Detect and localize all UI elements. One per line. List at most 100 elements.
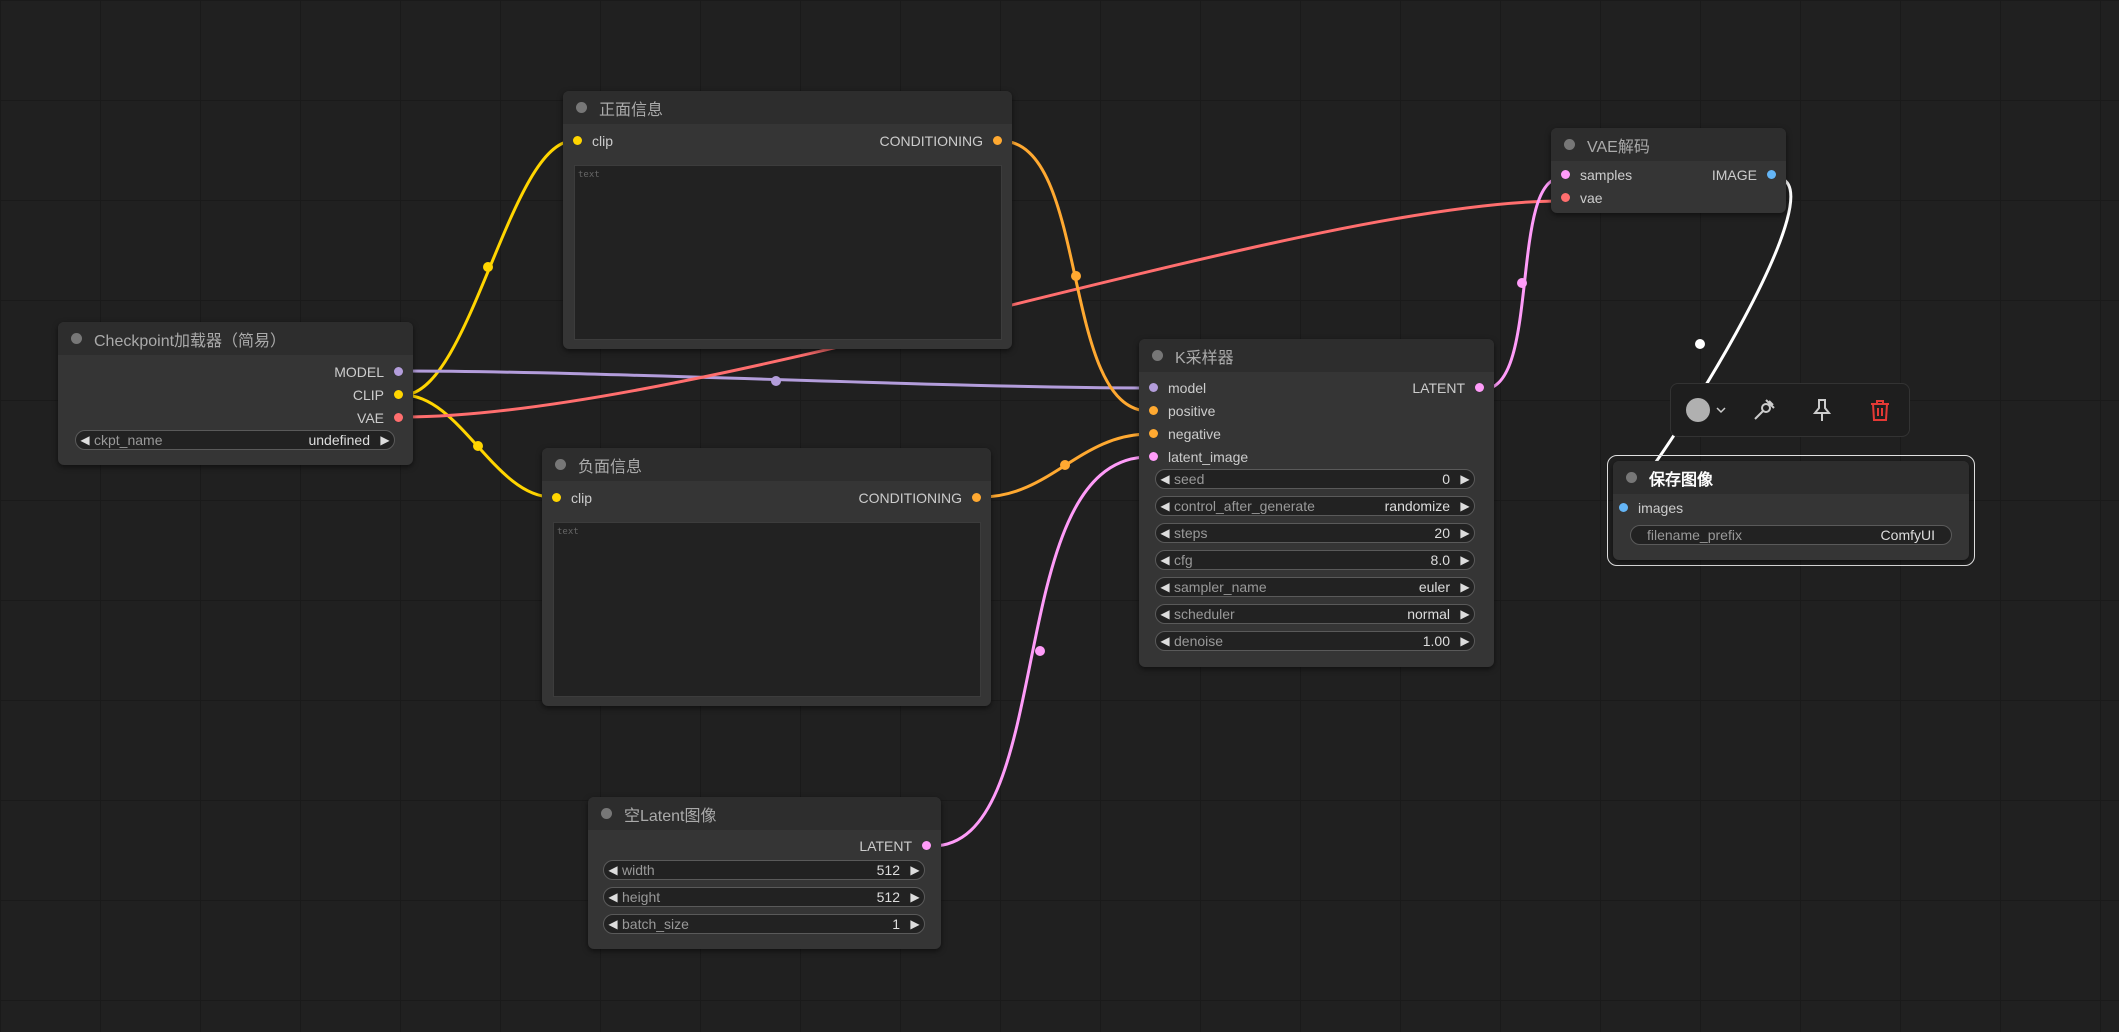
output-slot-conditioning[interactable]: CONDITIONING (880, 129, 1002, 152)
input-slot-clip[interactable]: clip (573, 129, 613, 152)
input-slot-vae[interactable]: vae (1561, 186, 1603, 209)
prompt-textarea[interactable]: text (553, 522, 981, 697)
slot-dot-icon[interactable] (394, 367, 403, 376)
node-checkpoint-loader[interactable]: Checkpoint加载器（简易） MODEL CLIP VAE ◀ ckpt_… (58, 322, 413, 465)
slot-dot-icon[interactable] (552, 493, 561, 502)
widget-cfg[interactable]: ◀ cfg 8.0 ▶ (1155, 550, 1475, 570)
collapse-dot-icon[interactable] (576, 102, 587, 113)
increment-arrow-icon[interactable]: ▶ (1456, 634, 1474, 648)
collapse-dot-icon[interactable] (1152, 350, 1163, 361)
slot-dot-icon[interactable] (1561, 193, 1570, 202)
node-save-image[interactable]: 保存图像 images filename_prefix ComfyUI (1613, 461, 1969, 560)
output-slot-model[interactable]: MODEL (334, 360, 403, 383)
input-slot-model[interactable]: model (1149, 376, 1206, 399)
node-vae-decode[interactable]: VAE解码 samples IMAGE vae (1551, 128, 1786, 213)
collapse-dot-icon[interactable] (71, 333, 82, 344)
pin-button[interactable] (1793, 390, 1851, 430)
link-midpoint[interactable] (1517, 278, 1527, 288)
collapse-dot-icon[interactable] (555, 459, 566, 470)
widget-seed[interactable]: ◀ seed 0 ▶ (1155, 469, 1475, 489)
link-midpoint[interactable] (1071, 271, 1081, 281)
link-midpoint[interactable] (1035, 646, 1045, 656)
increment-arrow-icon[interactable]: ▶ (906, 890, 924, 904)
link-midpoint[interactable] (473, 441, 483, 451)
collapse-dot-icon[interactable] (1564, 139, 1575, 150)
node-empty-latent-image[interactable]: 空Latent图像 LATENT ◀ width 512 ▶ ◀ height 512 ▶ … (588, 797, 941, 949)
output-slot-vae[interactable]: VAE (357, 406, 403, 429)
increment-arrow-icon[interactable]: ▶ (376, 433, 394, 447)
node-title-bar[interactable]: 保存图像 (1613, 461, 1969, 494)
input-slot-images[interactable]: images (1619, 496, 1683, 519)
decrement-arrow-icon[interactable]: ◀ (1156, 634, 1174, 648)
decrement-arrow-icon[interactable]: ◀ (604, 890, 622, 904)
output-slot-image[interactable]: IMAGE (1712, 163, 1776, 186)
input-slot-latent-image[interactable]: latent_image (1149, 445, 1248, 468)
collapse-dot-icon[interactable] (1626, 472, 1637, 483)
slot-dot-icon[interactable] (394, 413, 403, 422)
node-positive-prompt[interactable]: 正面信息 clip CONDITIONING text (563, 91, 1012, 349)
increment-arrow-icon[interactable]: ▶ (1456, 499, 1474, 513)
node-negative-prompt[interactable]: 负面信息 clip CONDITIONING text (542, 448, 991, 706)
slot-dot-icon[interactable] (1149, 429, 1158, 438)
node-title-bar[interactable]: K采样器 (1139, 339, 1494, 372)
input-slot-samples[interactable]: samples (1561, 163, 1632, 186)
decrement-arrow-icon[interactable]: ◀ (1156, 607, 1174, 621)
slot-dot-icon[interactable] (1149, 383, 1158, 392)
node-title-bar[interactable]: VAE解码 (1551, 128, 1786, 161)
output-slot-conditioning[interactable]: CONDITIONING (859, 486, 981, 509)
widget-height[interactable]: ◀ height 512 ▶ (603, 887, 925, 907)
slot-dot-icon[interactable] (1561, 170, 1570, 179)
increment-arrow-icon[interactable]: ▶ (1456, 526, 1474, 540)
widget-sampler-name[interactable]: ◀ sampler_name euler ▶ (1155, 577, 1475, 597)
slot-dot-icon[interactable] (993, 136, 1002, 145)
node-title-bar[interactable]: 空Latent图像 (588, 797, 941, 830)
input-slot-clip[interactable]: clip (552, 486, 592, 509)
increment-arrow-icon[interactable]: ▶ (1456, 580, 1474, 594)
widget-scheduler[interactable]: ◀ scheduler normal ▶ (1155, 604, 1475, 624)
node-title-bar[interactable]: 正面信息 (563, 91, 1012, 124)
widget-control-after-generate[interactable]: ◀ control_after_generate randomize ▶ (1155, 496, 1475, 516)
bypass-button[interactable] (1735, 390, 1793, 430)
decrement-arrow-icon[interactable]: ◀ (1156, 472, 1174, 486)
decrement-arrow-icon[interactable]: ◀ (76, 433, 94, 447)
slot-dot-icon[interactable] (394, 390, 403, 399)
widget-denoise[interactable]: ◀ denoise 1.00 ▶ (1155, 631, 1475, 651)
widget-ckpt-name[interactable]: ◀ ckpt_name undefined ▶ (75, 430, 395, 450)
input-slot-negative[interactable]: negative (1149, 422, 1221, 445)
decrement-arrow-icon[interactable]: ◀ (604, 917, 622, 931)
slot-dot-icon[interactable] (1149, 406, 1158, 415)
increment-arrow-icon[interactable]: ▶ (1456, 607, 1474, 621)
slot-dot-icon[interactable] (1475, 383, 1484, 392)
link-midpoint[interactable] (771, 376, 781, 386)
output-slot-clip[interactable]: CLIP (353, 383, 403, 406)
widget-filename-prefix[interactable]: filename_prefix ComfyUI (1630, 525, 1952, 545)
input-slot-positive[interactable]: positive (1149, 399, 1215, 422)
slot-dot-icon[interactable] (972, 493, 981, 502)
increment-arrow-icon[interactable]: ▶ (906, 863, 924, 877)
slot-dot-icon[interactable] (1767, 170, 1776, 179)
delete-button[interactable] (1851, 390, 1909, 430)
collapse-dot-icon[interactable] (601, 808, 612, 819)
color-picker-button[interactable] (1679, 390, 1735, 430)
link-midpoint[interactable] (1695, 339, 1705, 349)
decrement-arrow-icon[interactable]: ◀ (1156, 580, 1174, 594)
widget-width[interactable]: ◀ width 512 ▶ (603, 860, 925, 880)
decrement-arrow-icon[interactable]: ◀ (1156, 553, 1174, 567)
node-title-bar[interactable]: Checkpoint加载器（简易） (58, 322, 413, 355)
output-slot-latent[interactable]: LATENT (1412, 376, 1484, 399)
slot-dot-icon[interactable] (573, 136, 582, 145)
increment-arrow-icon[interactable]: ▶ (1456, 472, 1474, 486)
decrement-arrow-icon[interactable]: ◀ (1156, 499, 1174, 513)
link-midpoint[interactable] (483, 262, 493, 272)
increment-arrow-icon[interactable]: ▶ (1456, 553, 1474, 567)
node-title-bar[interactable]: 负面信息 (542, 448, 991, 481)
widget-batch-size[interactable]: ◀ batch_size 1 ▶ (603, 914, 925, 934)
slot-dot-icon[interactable] (1619, 503, 1628, 512)
slot-dot-icon[interactable] (922, 841, 931, 850)
node-ksampler[interactable]: K采样器 model LATENT positive negative late… (1139, 339, 1494, 667)
slot-dot-icon[interactable] (1149, 452, 1158, 461)
prompt-textarea[interactable]: text (574, 165, 1002, 340)
widget-steps[interactable]: ◀ steps 20 ▶ (1155, 523, 1475, 543)
increment-arrow-icon[interactable]: ▶ (906, 917, 924, 931)
output-slot-latent[interactable]: LATENT (859, 834, 931, 857)
